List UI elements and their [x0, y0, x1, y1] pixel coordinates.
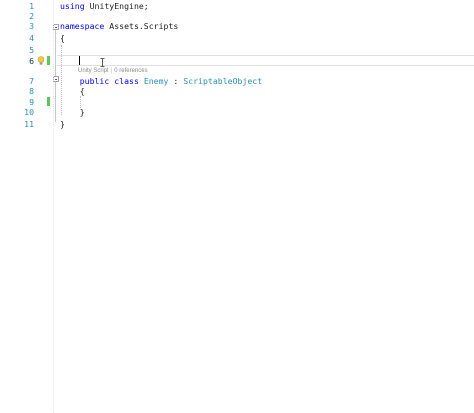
code-line[interactable]: public class Enemy : ScriptableObject [60, 76, 262, 86]
text-token: { [60, 86, 85, 96]
code-line[interactable]: } [60, 119, 65, 129]
gutter-divider [53, 0, 54, 413]
text-caret [79, 56, 80, 65]
lightbulb-icon[interactable] [37, 56, 45, 66]
line-number: 2 [29, 11, 34, 21]
text-token: : [168, 76, 184, 86]
line-number: 3 [29, 21, 34, 31]
type-token: Enemy [143, 76, 169, 86]
line-number: 6 [29, 56, 34, 66]
keyword-token: class [114, 76, 139, 86]
line-number: 4 [29, 33, 34, 43]
type-token: ScriptableObject [183, 76, 263, 86]
line-number: 8 [29, 86, 34, 96]
ibeam-cursor-icon [100, 58, 105, 67]
code-line[interactable]: } [60, 107, 85, 117]
line-number: 10 [24, 107, 34, 117]
code-editor[interactable]: 1 2 3 4 5 6 7 8 9 10 11 using UnityEngine; namespac… [0, 0, 474, 413]
codelens-references[interactable]: 0 references [114, 68, 147, 74]
codelens-annotation[interactable]: Unity Script | 0 references [78, 67, 148, 75]
current-line-highlight [57, 55, 474, 66]
code-line[interactable]: namespace Assets.Scripts [60, 21, 178, 31]
code-line[interactable]: { [60, 86, 85, 96]
code-line[interactable]: using UnityEngine; [60, 1, 149, 11]
line-number: 5 [29, 45, 34, 55]
text-token: { [60, 33, 65, 43]
text-token: UnityEngine; [84, 1, 149, 11]
keyword-token: namespace [60, 21, 105, 31]
change-indicator-line-9 [47, 97, 50, 106]
code-line[interactable]: { [60, 33, 65, 43]
text-token: } [60, 119, 65, 129]
line-number: 1 [29, 1, 34, 11]
codelens-unity-script[interactable]: Unity Script [78, 68, 109, 74]
keyword-token: using [60, 1, 85, 11]
line-number: 9 [29, 97, 34, 107]
line-number: 11 [24, 119, 34, 129]
text-token: } [60, 107, 85, 117]
change-indicator-line-6 [47, 56, 50, 65]
text-token: Assets.Scripts [104, 21, 179, 31]
line-number: 7 [29, 76, 34, 86]
keyword-token: public [79, 76, 110, 86]
